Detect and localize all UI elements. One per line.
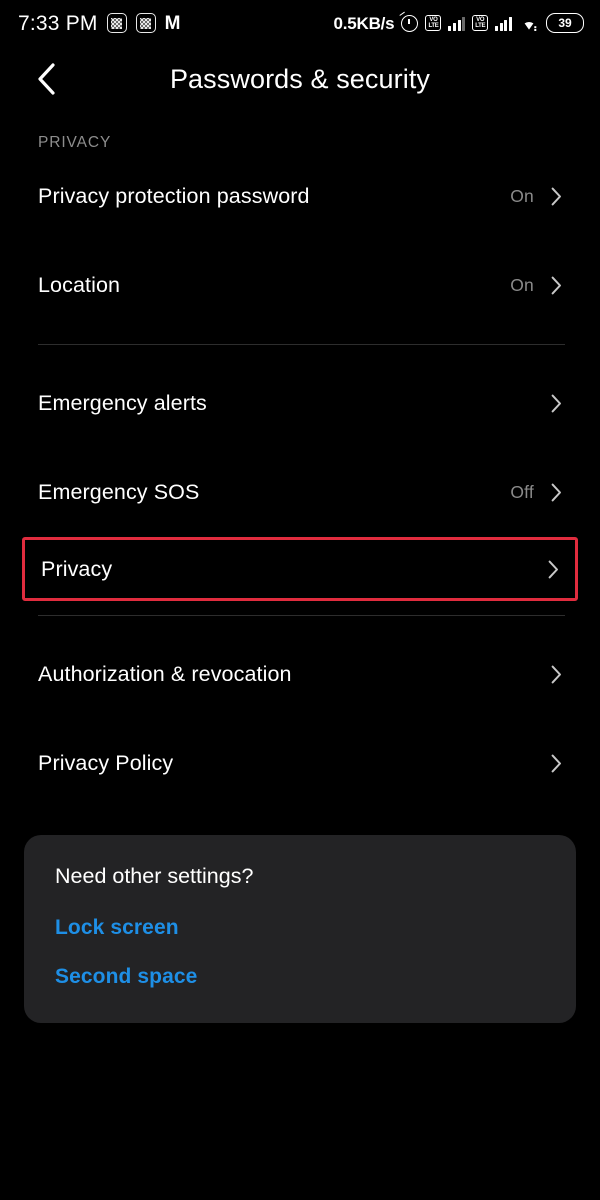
row-label: Privacy	[41, 556, 113, 581]
volte-sim2-bottom: LTE	[475, 23, 486, 29]
section-header-privacy: PRIVACY	[38, 134, 112, 151]
signal-strength-sim2-icon	[495, 15, 512, 31]
chevron-right-icon	[551, 754, 561, 773]
chevron-right-icon	[551, 394, 561, 413]
app-bar: Passwords & security	[0, 46, 600, 112]
chevron-right-icon	[548, 560, 558, 578]
need-other-settings-card: Need other settings? Lock screen Second …	[24, 835, 576, 1023]
volte-sim2-icon: VO LTE	[472, 15, 489, 31]
status-bar-left: 7:33 PM M	[18, 11, 181, 35]
row-value: On	[510, 186, 534, 206]
calculator-app-icon	[106, 13, 127, 33]
card-title: Need other settings?	[55, 864, 254, 888]
status-bar: 7:33 PM M 0.5KB/s VO LTE VO LTE 39	[0, 0, 600, 46]
settings-row-authorization-revocation[interactable]: Authorization & revocation	[0, 630, 600, 719]
status-clock: 7:33 PM	[18, 11, 98, 35]
row-label: Privacy protection password	[38, 184, 310, 208]
status-bar-right: 0.5KB/s VO LTE VO LTE 39	[333, 13, 584, 33]
row-value: Off	[510, 482, 534, 502]
settings-row-privacy[interactable]: Privacy	[22, 537, 578, 601]
settings-row-location[interactable]: Location On	[0, 241, 600, 330]
volte-sim1-icon: VO LTE	[425, 15, 442, 31]
settings-group-2: Emergency alerts Emergency SOS Off Priva…	[0, 359, 600, 601]
calculator-app-icon	[135, 13, 156, 33]
row-value: On	[510, 275, 534, 295]
network-speed-label: 0.5KB/s	[333, 13, 395, 33]
settings-group-1: Privacy protection password On Location …	[0, 152, 600, 330]
page-title: Passwords & security	[169, 63, 431, 94]
back-button[interactable]	[16, 49, 76, 109]
battery-level-label: 39	[558, 16, 572, 30]
settings-group-3: Authorization & revocation Privacy Polic…	[0, 630, 600, 808]
chevron-right-icon	[551, 665, 561, 684]
settings-row-emergency-alerts[interactable]: Emergency alerts	[0, 359, 600, 448]
card-link-second-space[interactable]: Second space	[55, 965, 545, 989]
row-label: Emergency alerts	[38, 391, 207, 415]
chevron-right-icon	[551, 187, 561, 206]
brand-m-icon: M	[164, 12, 181, 34]
back-chevron-icon	[38, 63, 55, 95]
row-label: Authorization & revocation	[38, 662, 292, 686]
settings-row-privacy-policy[interactable]: Privacy Policy	[0, 719, 600, 808]
row-label: Location	[38, 273, 121, 297]
row-label: Emergency SOS	[38, 480, 200, 504]
row-label: Privacy Policy	[38, 751, 174, 775]
volte-sim1-bottom: LTE	[428, 23, 439, 29]
battery-indicator: 39	[546, 13, 584, 33]
chevron-right-icon	[551, 483, 561, 502]
alarm-clock-icon	[401, 14, 419, 32]
settings-row-emergency-sos[interactable]: Emergency SOS Off	[0, 448, 600, 537]
settings-row-privacy-protection-password[interactable]: Privacy protection password On	[0, 152, 600, 241]
card-link-lock-screen[interactable]: Lock screen	[55, 916, 545, 940]
chevron-right-icon	[551, 276, 561, 295]
signal-strength-sim1-icon	[448, 15, 466, 31]
wifi-icon	[519, 15, 539, 31]
